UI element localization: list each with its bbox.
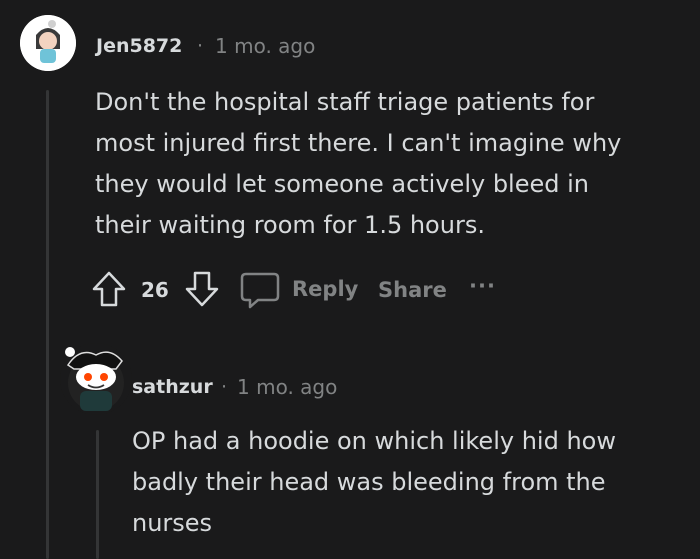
thread-collapse-line[interactable] xyxy=(46,90,49,559)
meta-separator: · xyxy=(221,376,228,398)
upvote-button[interactable] xyxy=(91,270,127,308)
user-avatar[interactable] xyxy=(60,343,132,415)
thread-collapse-line[interactable] xyxy=(96,430,99,559)
avatar-icon xyxy=(20,15,76,71)
comment-username[interactable]: sathzur xyxy=(132,376,213,398)
avatar-icon xyxy=(65,347,124,411)
reply-label: Reply xyxy=(292,277,359,301)
vote-count: 26 xyxy=(141,278,169,302)
downvote-button[interactable] xyxy=(184,270,220,308)
comment-body: Don't the hospital staff triage patients… xyxy=(95,88,622,239)
meta-separator: · xyxy=(197,35,204,57)
comment-body: OP had a hoodie on which likely hid how … xyxy=(132,427,616,537)
comment-username[interactable]: Jen5872 xyxy=(96,35,182,57)
user-avatar[interactable] xyxy=(20,15,76,71)
upvote-arrow-icon xyxy=(92,271,126,307)
share-button[interactable]: Share xyxy=(378,278,447,302)
more-options-button[interactable]: ··· xyxy=(469,274,496,298)
downvote-arrow-icon xyxy=(185,271,219,307)
comment-timestamp[interactable]: 1 mo. ago xyxy=(237,375,337,399)
reply-button[interactable]: Reply xyxy=(240,268,358,310)
comment-bubble-icon xyxy=(240,272,280,309)
comment-timestamp[interactable]: 1 mo. ago xyxy=(215,34,315,58)
